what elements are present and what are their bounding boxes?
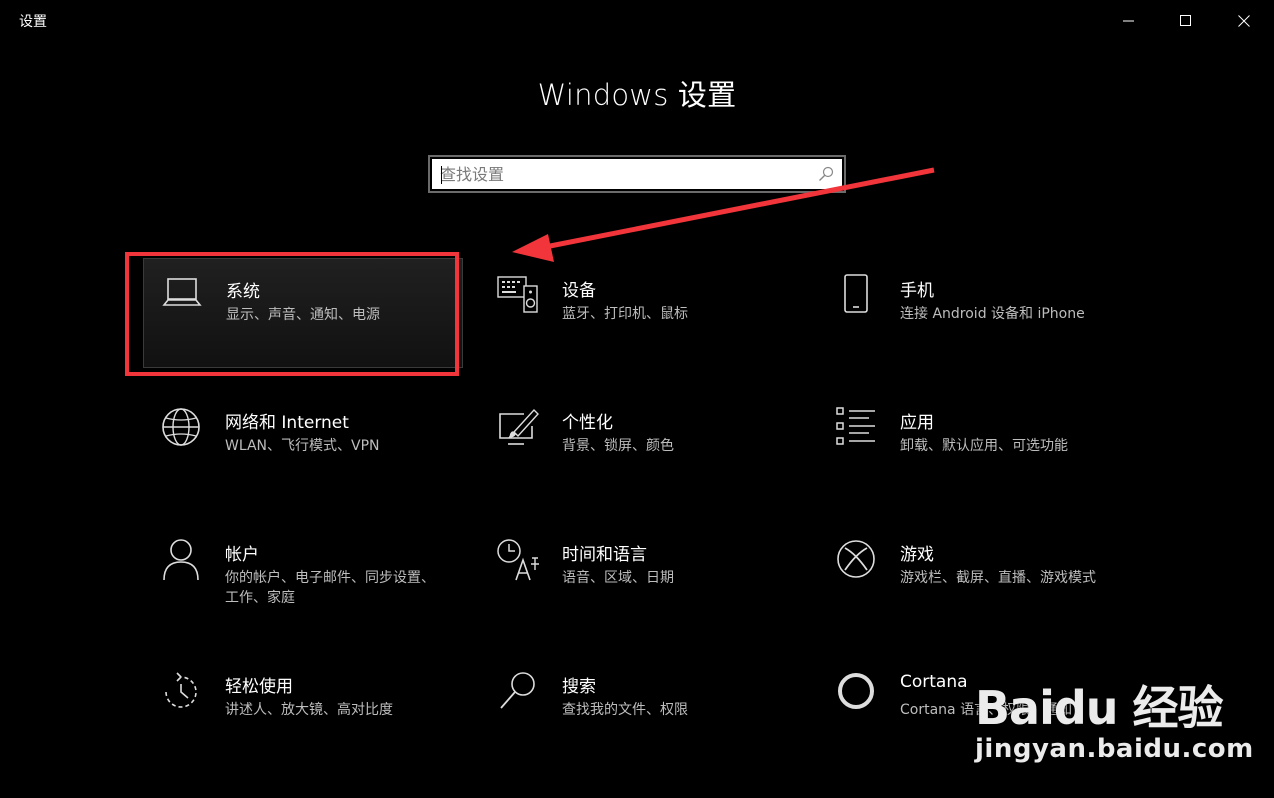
laptop-icon bbox=[160, 275, 204, 319]
tile-name: 网络和 Internet bbox=[225, 413, 349, 433]
search-icon[interactable] bbox=[818, 166, 834, 182]
cortana-ring-icon bbox=[834, 670, 878, 714]
tile-network[interactable]: 网络和 Internet WLAN、飞行模式、VPN bbox=[143, 390, 463, 500]
tile-name: 轻松使用 bbox=[225, 677, 293, 697]
tile-description: 游戏栏、截屏、直播、游戏模式 bbox=[900, 570, 1096, 586]
maximize-icon bbox=[1180, 15, 1191, 26]
minimize-button[interactable] bbox=[1106, 0, 1152, 42]
tile-name: 设备 bbox=[562, 281, 596, 301]
tile-description: WLAN、飞行模式、VPN bbox=[225, 438, 380, 454]
search-box[interactable] bbox=[428, 155, 846, 193]
tile-description: 查找我的文件、权限 bbox=[562, 702, 688, 718]
tile-description: 语音、区域、日期 bbox=[562, 570, 674, 586]
tile-name: 应用 bbox=[900, 413, 934, 433]
tile-apps[interactable]: 应用 卸载、默认应用、可选功能 bbox=[818, 390, 1138, 500]
tile-name: 帐户 bbox=[225, 545, 259, 565]
tile-accounts[interactable]: 帐户 你的帐户、电子邮件、同步设置、工作、家庭 bbox=[143, 522, 463, 632]
tile-description: 讲述人、放大镜、高对比度 bbox=[225, 702, 393, 718]
tile-ease-of-access[interactable]: 轻松使用 讲述人、放大镜、高对比度 bbox=[143, 654, 463, 764]
tile-cortana[interactable]: Cortana Cortana 语言、权限、通知 bbox=[818, 654, 1138, 764]
keyboard-speaker-icon bbox=[496, 274, 540, 318]
tile-description: Cortana 语言、权限、通知 bbox=[900, 702, 1073, 718]
tile-name: 个性化 bbox=[562, 413, 613, 433]
magnifier-icon bbox=[496, 670, 540, 714]
time-language-icon bbox=[496, 538, 540, 582]
tile-description: 卸载、默认应用、可选功能 bbox=[900, 438, 1068, 454]
title-bar: 设置 bbox=[0, 0, 1274, 42]
text-caret bbox=[441, 166, 442, 184]
paint-tablet-icon bbox=[496, 406, 540, 450]
xbox-icon bbox=[834, 538, 878, 582]
tile-name: 游戏 bbox=[900, 545, 934, 565]
tile-name: 时间和语言 bbox=[562, 545, 647, 565]
person-icon bbox=[159, 538, 203, 582]
close-icon bbox=[1238, 15, 1250, 27]
tile-description: 背景、锁屏、颜色 bbox=[562, 438, 674, 454]
tile-name: 手机 bbox=[900, 281, 934, 301]
tile-description: 你的帐户、电子邮件、同步设置、工作、家庭 bbox=[225, 570, 435, 606]
tile-gaming[interactable]: 游戏 游戏栏、截屏、直播、游戏模式 bbox=[818, 522, 1138, 632]
tile-personalization[interactable]: 个性化 背景、锁屏、颜色 bbox=[480, 390, 800, 500]
tile-time-language[interactable]: 时间和语言 语音、区域、日期 bbox=[480, 522, 800, 632]
tile-name: Cortana bbox=[900, 672, 968, 692]
search-input[interactable] bbox=[440, 159, 800, 189]
close-button[interactable] bbox=[1221, 0, 1267, 42]
tile-description: 显示、声音、通知、电源 bbox=[226, 307, 380, 323]
tile-description: 蓝牙、打印机、鼠标 bbox=[562, 306, 688, 322]
phone-icon bbox=[834, 274, 878, 318]
tile-description: 连接 Android 设备和 iPhone bbox=[900, 306, 1085, 322]
minimize-icon bbox=[1123, 20, 1134, 22]
window-title: 设置 bbox=[19, 14, 47, 30]
tile-phone[interactable]: 手机 连接 Android 设备和 iPhone bbox=[818, 258, 1138, 368]
tile-search[interactable]: 搜索 查找我的文件、权限 bbox=[480, 654, 800, 764]
tile-name: 搜索 bbox=[562, 677, 596, 697]
app-list-icon bbox=[834, 406, 878, 450]
tile-devices[interactable]: 设备 蓝牙、打印机、鼠标 bbox=[480, 258, 800, 368]
maximize-button[interactable] bbox=[1163, 0, 1209, 42]
ease-of-access-icon bbox=[159, 670, 203, 714]
tile-system[interactable]: 系统 显示、声音、通知、电源 bbox=[143, 258, 463, 368]
globe-icon bbox=[159, 406, 203, 450]
page-title: Windows 设置 bbox=[537, 78, 737, 112]
tile-name: 系统 bbox=[226, 282, 260, 302]
